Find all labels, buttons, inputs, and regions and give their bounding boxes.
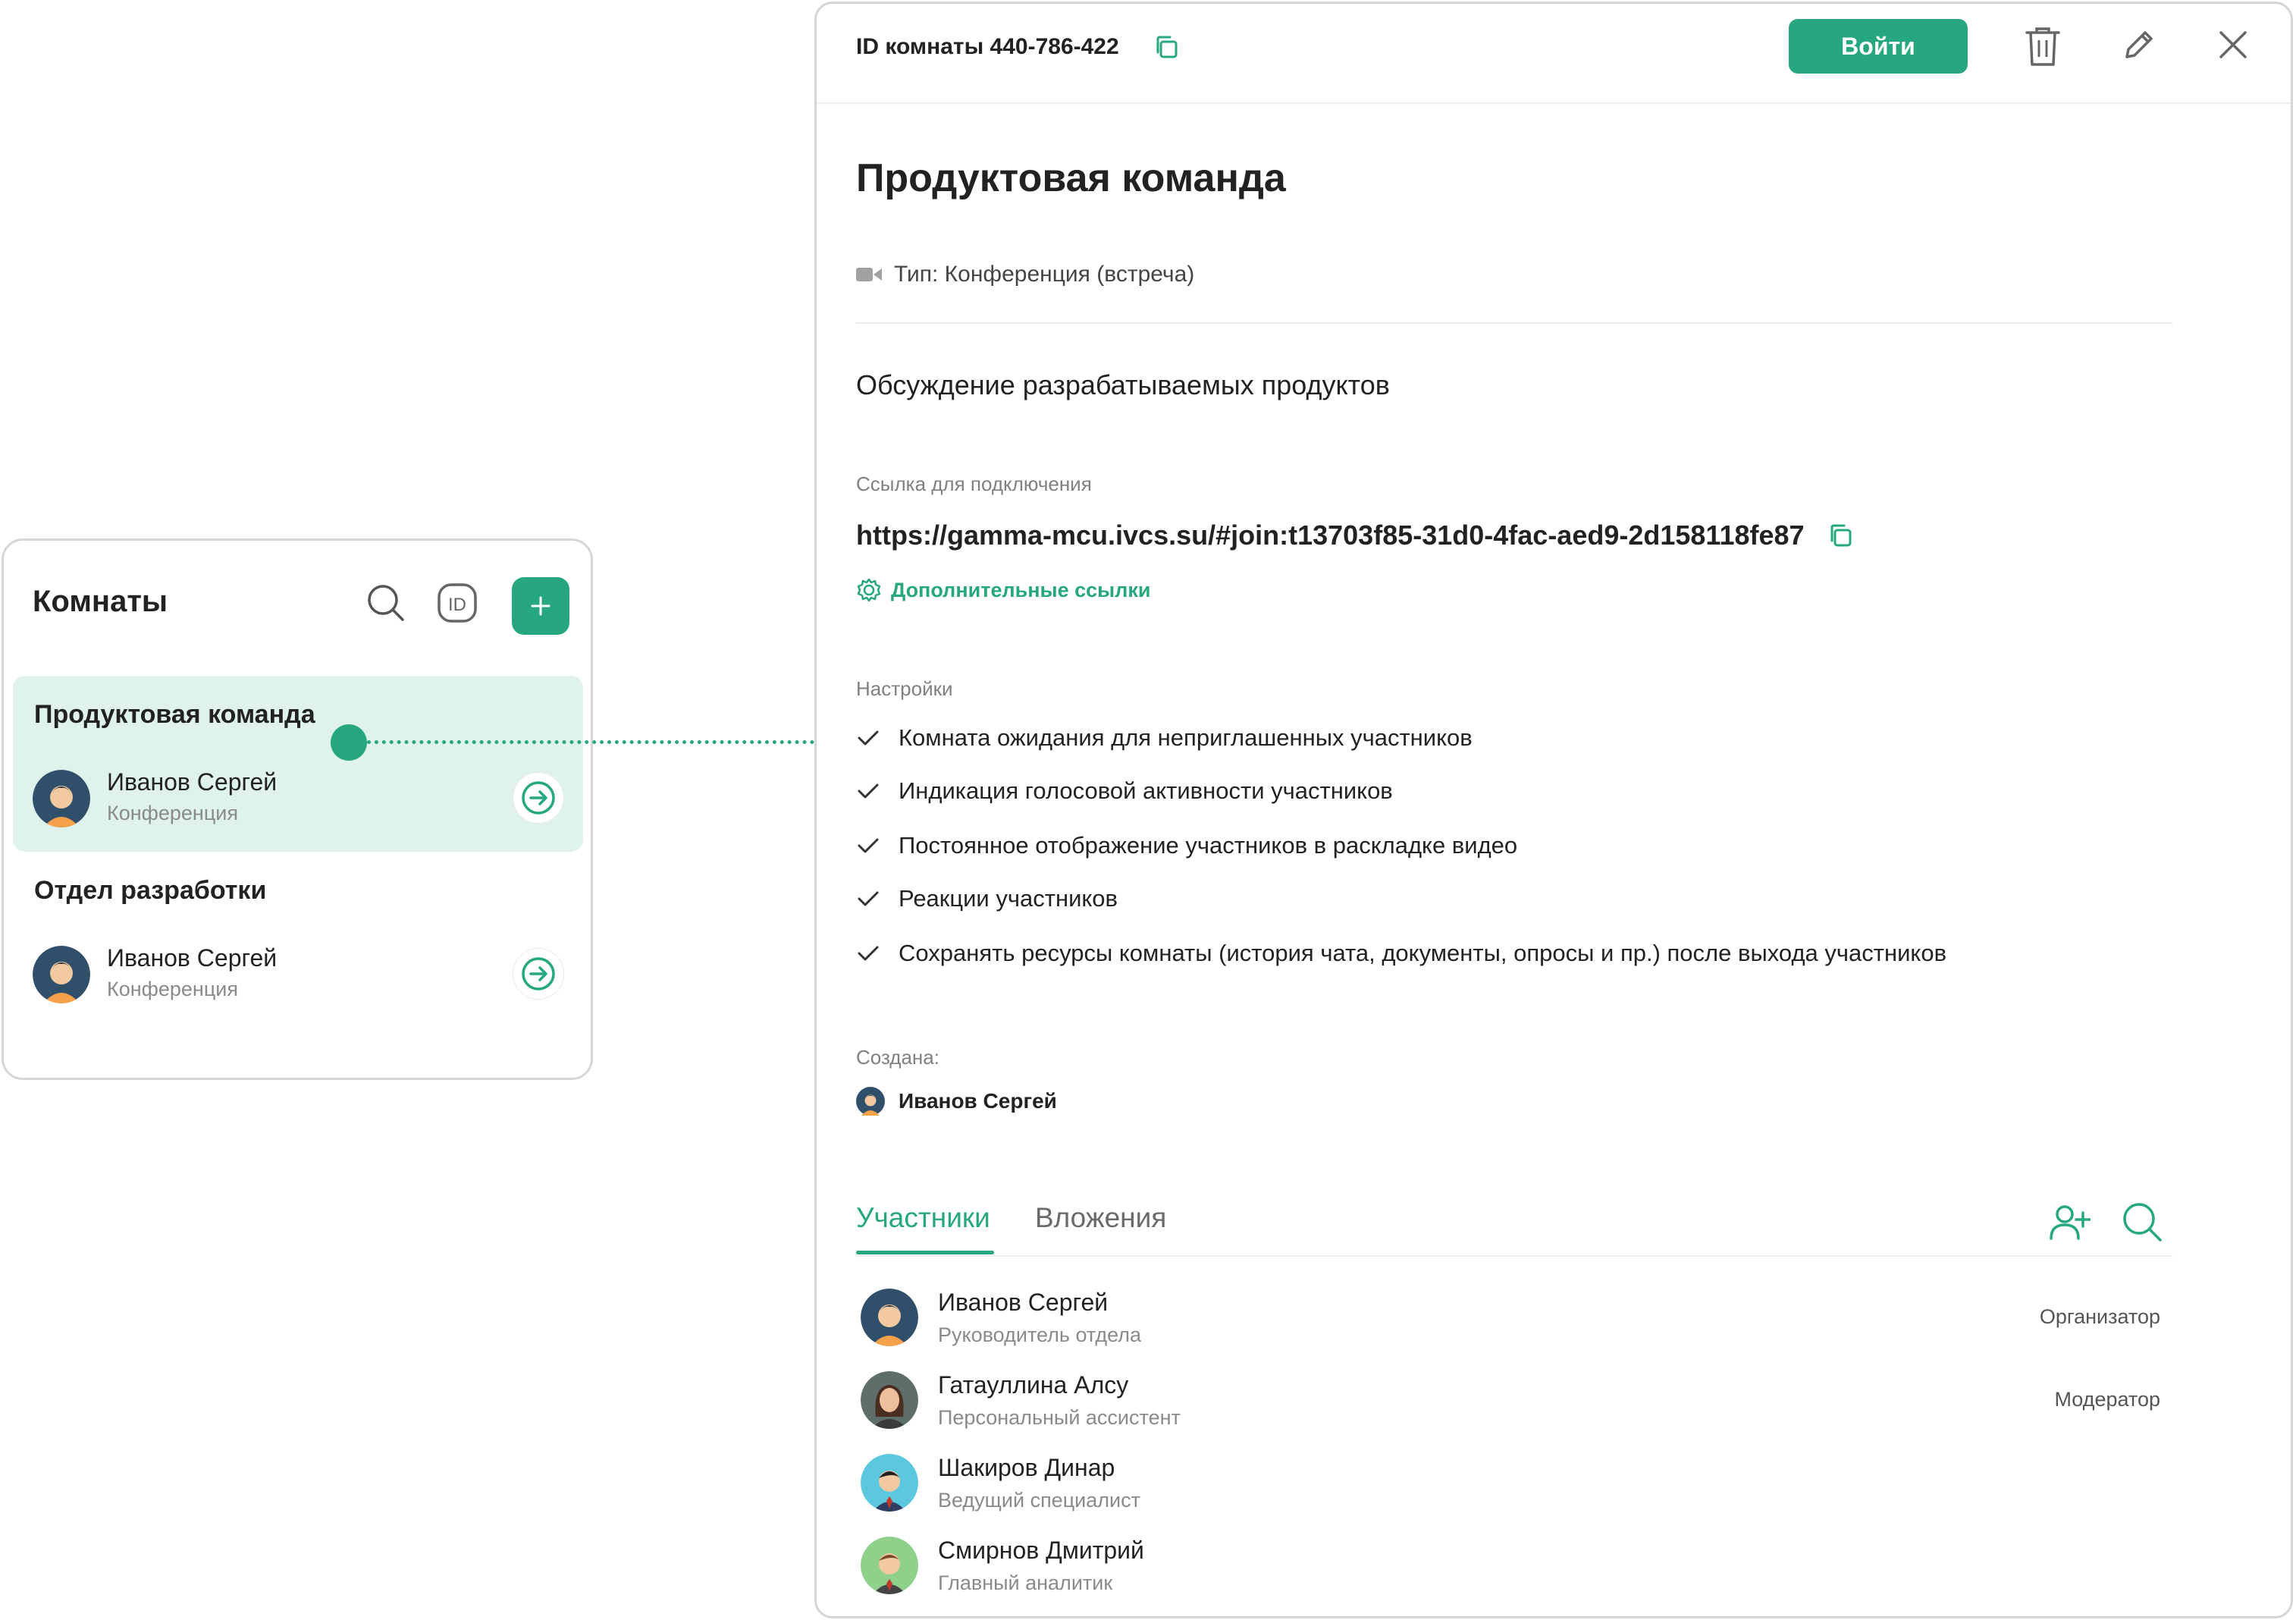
tab-attachments[interactable]: Вложения <box>1035 1202 1166 1234</box>
participant-row[interactable]: Смирнов Дмитрий Главный аналитик <box>856 1532 2172 1608</box>
tab-participants[interactable]: Участники <box>856 1202 990 1234</box>
extra-links-label: Дополнительные ссылки <box>891 578 1151 601</box>
trash-icon[interactable] <box>2024 25 2062 71</box>
created-label: Создана: <box>856 1046 939 1069</box>
check-icon <box>858 783 879 799</box>
setting-item: Комната ожидания для неприглашенных учас… <box>856 724 1473 752</box>
setting-text: Индикация голосовой активности участнико… <box>899 777 1393 804</box>
copy-icon[interactable] <box>1826 521 1855 550</box>
room-card[interactable]: Отдел разработки Иванов Сергей Конференц… <box>13 852 583 1028</box>
participant-name: Шакиров Динар <box>938 1454 1115 1481</box>
setting-item: Индикация голосовой активности участнико… <box>856 777 1393 805</box>
avatar <box>856 1087 885 1116</box>
participant-role: Персональный ассистент <box>938 1406 1181 1429</box>
detail-header: ID комнаты 440-786-422 Войти <box>817 4 2291 104</box>
settings-label: Настройки <box>856 677 953 700</box>
participant-role: Главный аналитик <box>938 1571 1113 1594</box>
participant-status: Организатор <box>2039 1305 2160 1328</box>
search-icon[interactable] <box>2121 1201 2163 1247</box>
video-camera-icon <box>856 268 882 281</box>
avatar <box>861 1289 918 1346</box>
creator-name: Иванов Сергей <box>899 1089 1057 1113</box>
participant-row[interactable]: Шакиров Динар Ведущий специалист <box>856 1449 2172 1525</box>
svg-text:ID: ID <box>448 595 466 615</box>
copy-icon[interactable] <box>1152 33 1181 65</box>
participant-name: Иванов Сергей <box>938 1289 1109 1316</box>
tabs: Участники Вложения <box>856 1198 2172 1257</box>
setting-item: Сохранять ресурсы комнаты (история чата,… <box>856 940 1946 967</box>
connector-dot <box>331 724 367 761</box>
room-card[interactable]: Продуктовая команда Иванов Сергей Конфер… <box>13 676 583 852</box>
setting-text: Комната ожидания для неприглашенных учас… <box>899 724 1473 751</box>
rooms-title: Комнаты <box>33 585 168 618</box>
edit-icon[interactable] <box>2121 27 2157 67</box>
room-title: Продуктовая команда <box>856 156 1286 200</box>
gear-icon <box>857 578 881 602</box>
participant-name: Гатауллина Алсу <box>938 1371 1129 1399</box>
setting-item: Реакции участников <box>856 885 1118 912</box>
participant-status: Модератор <box>2054 1388 2160 1411</box>
participant-role: Руководитель отдела <box>938 1323 1141 1346</box>
room-type: Конференция <box>107 978 238 1000</box>
room-type: Конференция <box>107 802 238 824</box>
check-icon <box>858 891 879 906</box>
participant-row[interactable]: Иванов Сергей Руководитель отдела Органи… <box>856 1284 2172 1360</box>
creator: Иванов Сергей <box>856 1087 1057 1116</box>
plus-icon <box>531 596 550 616</box>
participant-role: Ведущий специалист <box>938 1489 1140 1512</box>
avatar <box>33 946 90 1003</box>
setting-text: Постоянное отображение участников в раск… <box>899 832 1518 859</box>
arrow-right-circle-icon <box>522 781 555 815</box>
check-icon <box>858 730 879 746</box>
enter-room-button[interactable]: Войти <box>1789 19 1968 74</box>
avatar <box>33 770 90 827</box>
connector-line <box>367 740 814 744</box>
setting-text: Реакции участников <box>899 885 1118 912</box>
room-owner: Иванов Сергей <box>107 768 278 796</box>
id-icon[interactable]: ID <box>433 579 481 627</box>
room-type-row: Тип: Конференция (встреча) <box>856 262 1194 287</box>
room-name: Отдел разработки <box>34 876 267 905</box>
avatar <box>861 1537 918 1594</box>
extra-links-button[interactable]: Дополнительные ссылки <box>856 577 1150 603</box>
setting-item: Постоянное отображение участников в раск… <box>856 832 1517 859</box>
close-icon[interactable] <box>2216 28 2250 65</box>
room-id: ID комнаты 440-786-422 <box>856 34 1119 59</box>
room-name: Продуктовая команда <box>34 700 315 729</box>
open-room-button[interactable] <box>513 949 563 999</box>
avatar <box>861 1454 918 1512</box>
participant-name: Смирнов Дмитрий <box>938 1537 1144 1564</box>
check-icon <box>858 838 879 853</box>
rooms-panel: Комнаты ID Продуктовая команда Иванов Се… <box>2 538 593 1080</box>
room-description: Обсуждение разрабатываемых продуктов <box>856 369 1390 400</box>
join-link-row: https://gamma-mcu.ivcs.su/#join:t13703f8… <box>856 520 1855 551</box>
avatar <box>861 1371 918 1429</box>
add-room-button[interactable] <box>512 577 569 635</box>
arrow-right-circle-icon <box>522 957 555 991</box>
open-room-button[interactable] <box>513 773 563 823</box>
room-detail-panel: ID комнаты 440-786-422 Войти Продуктовая… <box>814 2 2293 1618</box>
room-owner: Иванов Сергей <box>107 944 278 972</box>
tab-underline <box>856 1251 994 1254</box>
participant-row[interactable]: Гатауллина Алсу Персональный ассистент М… <box>856 1367 2172 1443</box>
room-type-text: Тип: Конференция (встреча) <box>894 262 1195 287</box>
divider <box>856 322 2172 324</box>
search-icon[interactable] <box>362 579 410 627</box>
join-link[interactable]: https://gamma-mcu.ivcs.su/#join:t13703f8… <box>856 520 1805 551</box>
link-label: Ссылка для подключения <box>856 472 1092 495</box>
add-participant-icon[interactable] <box>2048 1201 2091 1247</box>
setting-text: Сохранять ресурсы комнаты (история чата,… <box>899 940 1947 966</box>
check-icon <box>858 946 879 961</box>
